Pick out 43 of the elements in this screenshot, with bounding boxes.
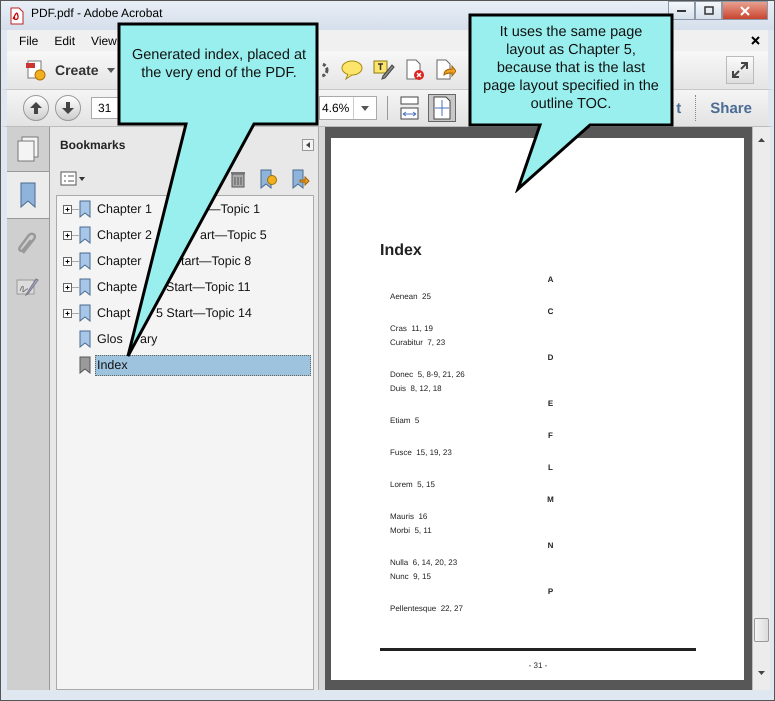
menu-item[interactable]: Edit	[52, 34, 78, 48]
index-entry: Duis 8, 12, 18	[389, 383, 443, 395]
index-entry: Mauris 16	[389, 511, 428, 523]
bookmark-item[interactable]: Chapter tart—Topic 8	[95, 250, 311, 272]
menu-item[interactable]: File	[17, 34, 40, 48]
index-letter: M	[546, 494, 555, 506]
panel-button[interactable]: Share	[706, 100, 756, 116]
index-entry: Donec 5, 8-9, 21, 26	[389, 369, 466, 381]
index-letter: P	[546, 586, 554, 598]
index-entry: Pellentesque 22, 27	[389, 603, 464, 615]
index-entry: Fusce 15, 19, 23	[389, 447, 453, 459]
index-letter: L	[547, 462, 554, 474]
index-entry: Aenean 25	[389, 291, 432, 303]
bookmark-item[interactable]: Index	[95, 354, 311, 376]
index-entry: Morbi 5, 11	[389, 525, 433, 537]
index-entry: Nulla 6, 14, 20, 23	[389, 557, 458, 569]
zoom-field[interactable]: 4.6%	[319, 96, 377, 120]
bookmark-item[interactable]: Chapte Start—Topic 11	[95, 276, 311, 298]
index-letter: N	[546, 540, 554, 552]
index-letter: C	[546, 306, 554, 318]
index-letter: A	[546, 274, 554, 286]
create-button[interactable]: Create	[25, 59, 115, 81]
callout-text: It uses the same page layout as Chapter 5, because that is the last page layout specified in the outline TOC.	[482, 23, 660, 113]
index-letter: F	[547, 430, 554, 442]
callout-text: Generated index, placed at the very end of the PDF.	[130, 46, 308, 82]
menu-item[interactable]: View	[89, 34, 119, 48]
index-entry: Curabitur 7, 23	[389, 337, 446, 349]
bookmark-item[interactable]: Chapt 5 Start—Topic 14	[95, 302, 311, 324]
window-title: PDF.pdf - Adobe Acrobat	[31, 6, 162, 20]
panel-button[interactable]: t	[672, 100, 686, 116]
index-letter: D	[546, 352, 554, 364]
bookmark-item[interactable]: Glos ary	[95, 328, 311, 350]
index-entry: Lorem 5, 15	[389, 479, 436, 491]
index-entry: Nunc 9, 15	[389, 571, 432, 583]
index-entry: Etiam 5	[389, 415, 420, 427]
page-number: - 31 -	[528, 661, 548, 670]
bookmark-item[interactable]: Chapter 1 —Topic 1	[95, 198, 311, 220]
page-number-field[interactable]: 31	[91, 97, 119, 119]
bookmark-item[interactable]: Chapter 2 art—Topic 5	[95, 224, 311, 246]
page-heading: Index	[380, 242, 423, 260]
panel-title: Bookmarks	[59, 138, 126, 152]
index-entry: Cras 11, 19	[389, 323, 434, 335]
index-letter: E	[546, 398, 554, 410]
